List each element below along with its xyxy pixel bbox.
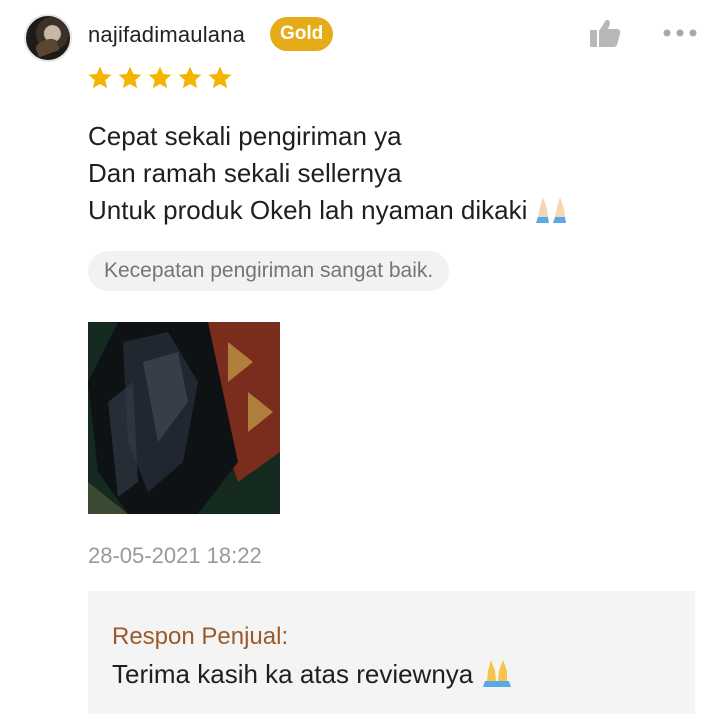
review-timestamp: 28-05-2021 18:22 (88, 543, 262, 568)
folded-hands-emoji (535, 197, 566, 223)
reviewer-username[interactable]: najifadimaulana (88, 22, 245, 48)
star-icon (88, 66, 112, 89)
star-rating (87, 65, 233, 97)
review-text: Cepat sekali pengiriman ya Dan ramah sek… (88, 118, 648, 229)
reviewer-avatar[interactable] (24, 14, 72, 62)
thumbs-up-icon[interactable] (589, 18, 621, 48)
review-line-3: Untuk produk Okeh lah nyaman dikaki (88, 192, 648, 229)
more-options-icon[interactable] (662, 28, 698, 38)
review-photo-image (88, 322, 280, 514)
star-icon (208, 66, 232, 89)
seller-reply-text: Terima kasih ka atas reviewnya (112, 659, 513, 690)
star-icon (148, 66, 172, 89)
review-line-1: Cepat sekali pengiriman ya (88, 121, 402, 151)
review-line-2: Dan ramah sekali sellernya (88, 158, 402, 188)
star-icon (178, 66, 202, 89)
star-icon (118, 66, 142, 89)
seller-reply-label: Respon Penjual: (112, 623, 289, 650)
review-photo[interactable] (88, 322, 280, 514)
review-tag[interactable]: Kecepatan pengiriman sangat baik. (88, 251, 450, 291)
review-line-3-text: Untuk produk Okeh lah nyaman dikaki (88, 195, 528, 225)
folded-hands-emoji (482, 660, 511, 687)
seller-reply-box: Respon Penjual: Terima kasih ka atas rev… (88, 591, 695, 714)
member-badge: Gold (270, 17, 334, 51)
seller-reply-message: Terima kasih ka atas reviewnya (112, 659, 474, 689)
